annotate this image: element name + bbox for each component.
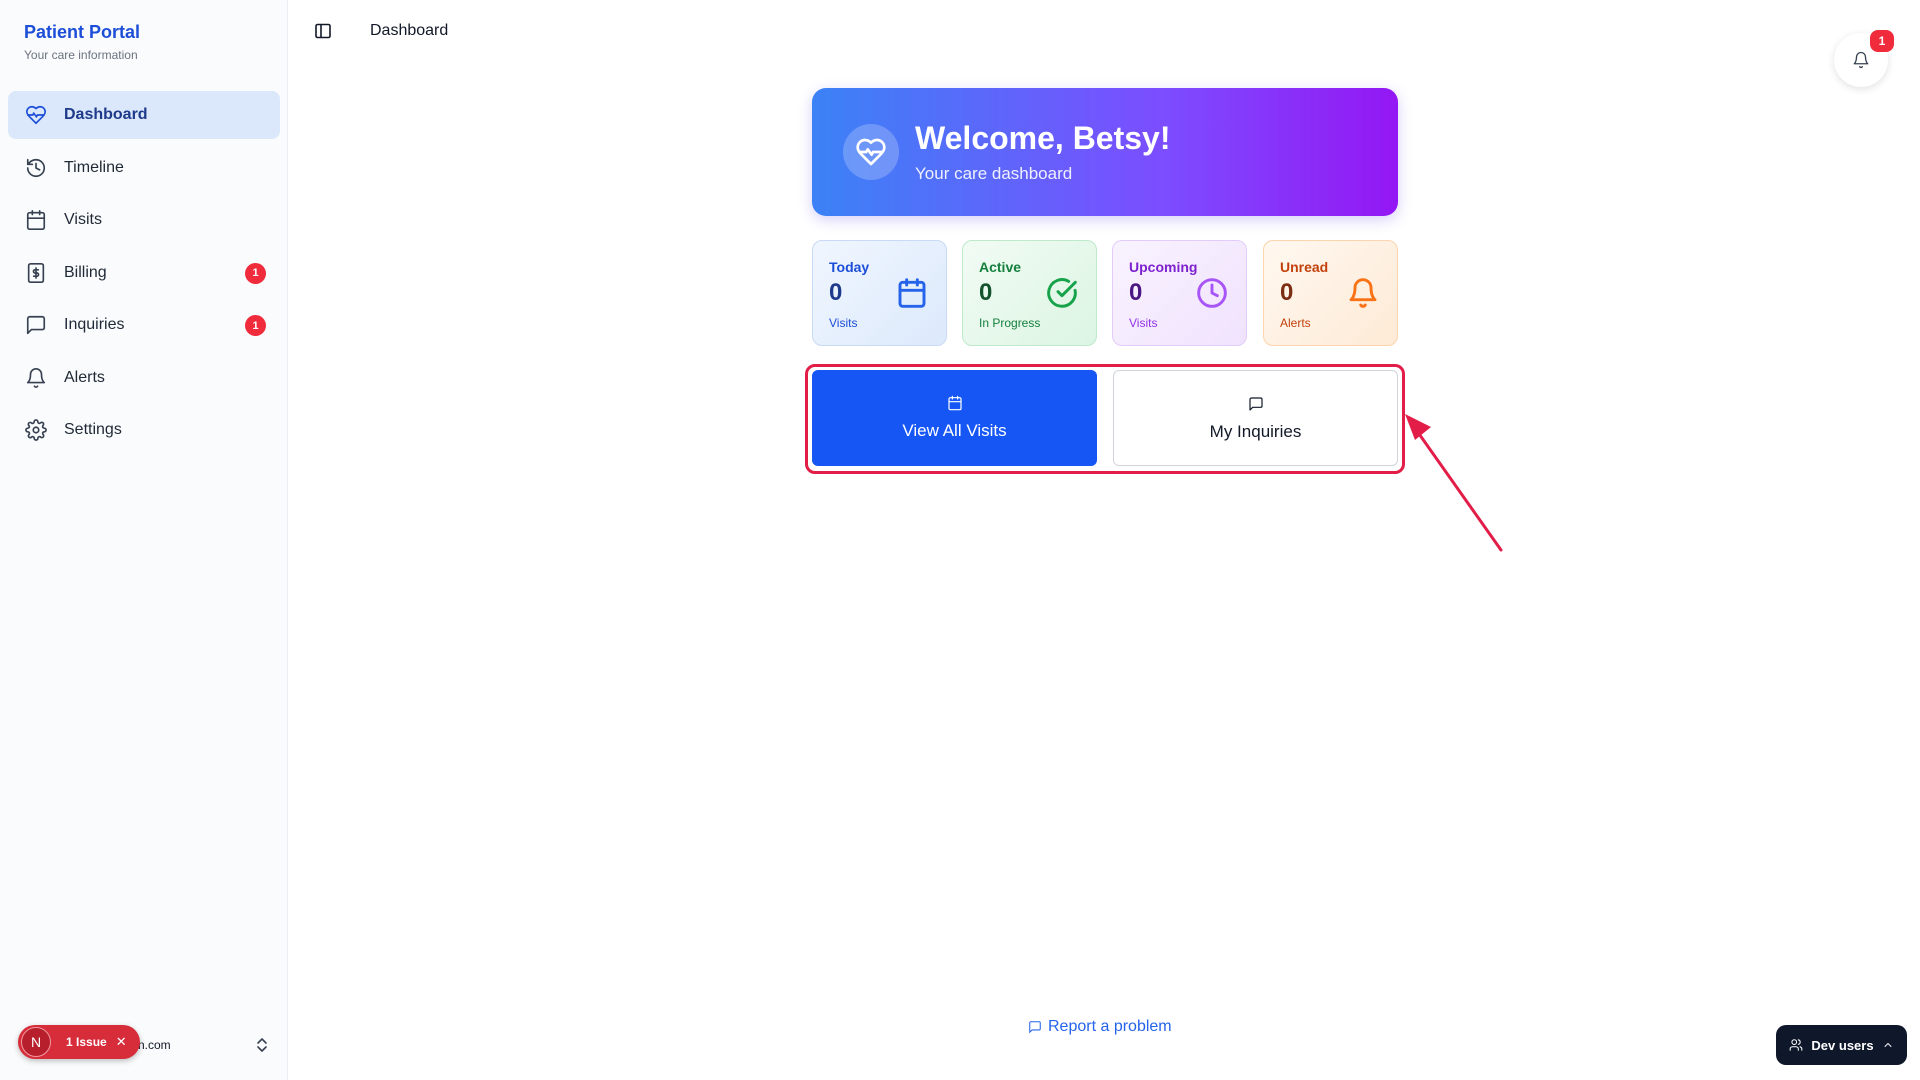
- clock-icon: [1196, 277, 1228, 309]
- message-square-icon: [24, 313, 48, 337]
- billing-count-badge: 1: [245, 262, 266, 284]
- stat-card-active[interactable]: Active 0 In Progress: [962, 240, 1097, 346]
- stat-sublabel: In Progress: [979, 316, 1041, 330]
- sidebar-toggle-icon[interactable]: [314, 22, 332, 40]
- stat-value: 0: [1280, 279, 1294, 306]
- stat-value: 0: [1129, 279, 1143, 306]
- heart-pulse-icon: [24, 103, 48, 127]
- view-all-visits-button[interactable]: View All Visits: [812, 370, 1097, 466]
- bell-icon: [1347, 277, 1379, 309]
- bell-icon: [1853, 51, 1869, 69]
- stat-card-unread[interactable]: Unread 0 Alerts: [1263, 240, 1398, 346]
- report-problem-label: Report a problem: [1048, 1018, 1172, 1035]
- brand: Patient Portal Your care information: [24, 22, 140, 62]
- sidebar-item-visits[interactable]: Visits: [8, 196, 280, 244]
- users-icon: [1790, 1039, 1803, 1051]
- annotation-arrow: [1405, 414, 1503, 552]
- page-title: Dashboard: [370, 22, 449, 39]
- stat-value: 0: [979, 279, 993, 306]
- flag-message-icon: [1029, 1021, 1041, 1034]
- stat-card-today[interactable]: Today 0 Visits: [812, 240, 947, 346]
- stat-card-upcoming[interactable]: Upcoming 0 Visits: [1112, 240, 1247, 346]
- calendar-icon: [896, 277, 928, 309]
- sidebar-item-label: Alerts: [64, 368, 105, 386]
- bell-icon: [24, 366, 48, 390]
- issue-logo: N: [21, 1027, 51, 1057]
- sidebar: Patient Portal Your care information Das…: [0, 0, 288, 1080]
- sidebar-item-settings[interactable]: Settings: [8, 406, 280, 454]
- calendar-icon: [24, 208, 48, 232]
- notifications-button[interactable]: 1: [1834, 30, 1894, 87]
- my-inquiries-button[interactable]: My Inquiries: [1113, 370, 1398, 466]
- sidebar-item-label: Dashboard: [64, 106, 148, 123]
- sidebar-item-dashboard[interactable]: Dashboard: [8, 91, 280, 139]
- welcome-subtitle: Your care dashboard: [915, 164, 1073, 183]
- brand-title[interactable]: Patient Portal: [24, 22, 140, 43]
- dev-users-button[interactable]: Dev users: [1776, 1025, 1907, 1065]
- user-email: n.com: [138, 1038, 171, 1052]
- report-problem-link[interactable]: Report a problem: [1028, 1018, 1172, 1036]
- sidebar-nav: Dashboard Timeline Visits Billing 1 Inqu…: [8, 91, 280, 459]
- brand-subtitle: Your care information: [24, 48, 138, 62]
- stat-label: Active: [979, 259, 1022, 275]
- notification-count-badge: 1: [1870, 30, 1894, 52]
- calendar-icon: [947, 395, 963, 411]
- user-menu[interactable]: n.com N 1 Issue ✕: [0, 1010, 288, 1080]
- chevron-up-icon: [1884, 1043, 1892, 1047]
- sidebar-item-timeline[interactable]: Timeline: [8, 144, 280, 192]
- close-icon[interactable]: ✕: [116, 1034, 127, 1050]
- sidebar-item-label: Timeline: [64, 158, 124, 176]
- sidebar-item-label: Settings: [64, 421, 122, 438]
- message-square-icon: [1248, 396, 1264, 412]
- stat-sublabel: Visits: [1129, 316, 1158, 330]
- stat-label: Upcoming: [1129, 259, 1198, 275]
- issue-count: 1 Issue: [66, 1035, 107, 1049]
- stat-sublabel: Visits: [829, 316, 858, 330]
- inquiries-count-badge: 1: [245, 315, 266, 336]
- stat-value: 0: [829, 279, 843, 306]
- sidebar-item-alerts[interactable]: Alerts: [8, 354, 280, 402]
- button-label: My Inquiries: [1209, 422, 1302, 441]
- stat-label: Today: [829, 259, 870, 275]
- sidebar-item-label: Visits: [64, 211, 102, 228]
- dev-users-label: Dev users: [1811, 1037, 1874, 1053]
- dollar-receipt-icon: [24, 261, 48, 285]
- sidebar-item-inquiries[interactable]: Inquiries 1: [8, 301, 280, 349]
- chevrons-up-down-icon[interactable]: [254, 1035, 270, 1055]
- gear-icon: [24, 418, 48, 442]
- issues-badge[interactable]: N 1 Issue ✕: [18, 1025, 140, 1059]
- history-icon: [24, 156, 48, 180]
- welcome-title: Welcome, Betsy!: [915, 120, 1171, 156]
- sidebar-item-billing[interactable]: Billing 1: [8, 249, 280, 297]
- stat-label: Unread: [1280, 259, 1329, 275]
- welcome-banner: Welcome, Betsy! Your care dashboard: [812, 88, 1398, 216]
- button-label: View All Visits: [902, 421, 1007, 440]
- check-circle-icon: [1046, 277, 1078, 309]
- heart-pulse-icon: [843, 124, 899, 180]
- sidebar-item-label: Billing: [64, 263, 107, 281]
- stat-sublabel: Alerts: [1280, 316, 1311, 330]
- sidebar-item-label: Inquiries: [64, 316, 125, 333]
